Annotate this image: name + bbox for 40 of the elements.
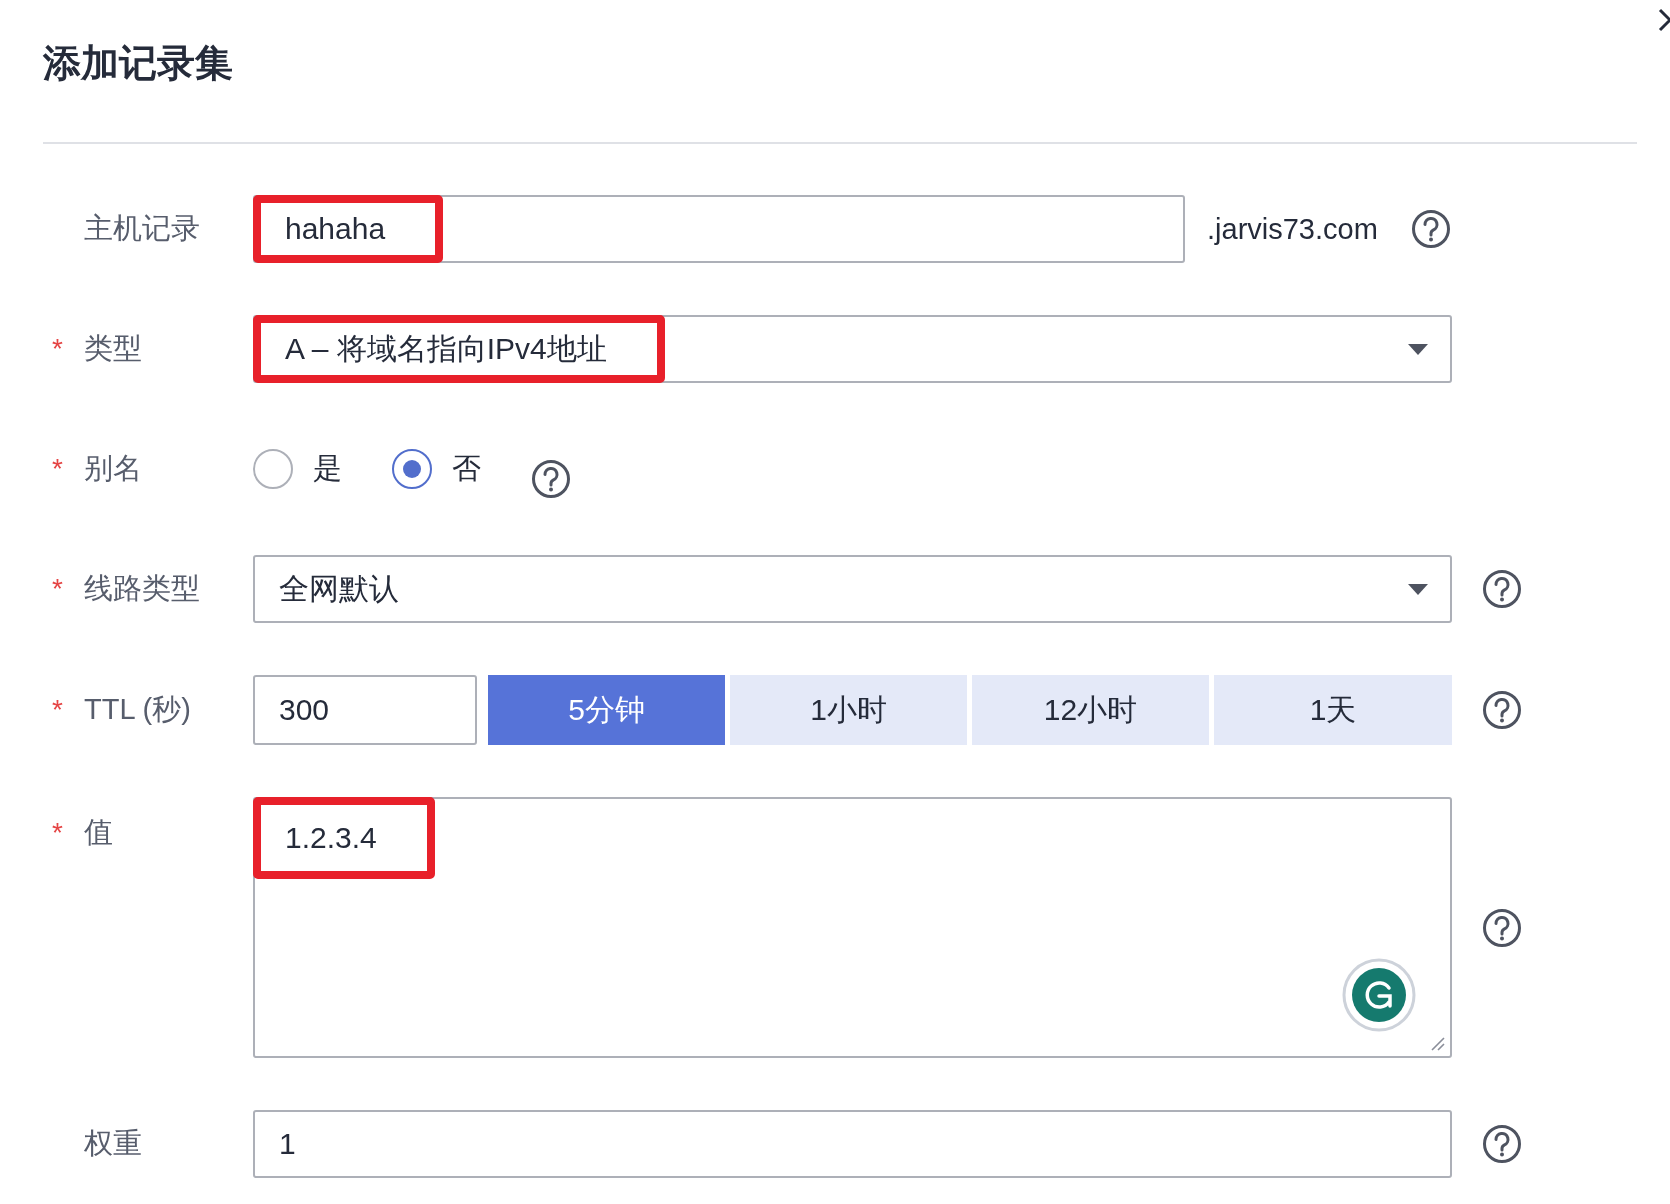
field-label: 权重 [84, 1126, 142, 1161]
highlight-box: A – 将域名指向IPv4地址 [253, 315, 665, 383]
field-label: 别名 [84, 451, 142, 486]
field-label: 主机记录 [84, 211, 200, 246]
radio-label: 否 [452, 451, 481, 486]
dropdown[interactable]: 全网默认 [253, 555, 1452, 623]
field-label: 类型 [84, 331, 142, 366]
preset-button[interactable]: 12小时 [972, 675, 1209, 745]
help-icon[interactable] [1482, 907, 1522, 948]
help-icon[interactable] [1411, 209, 1451, 249]
highlight-box: hahaha [253, 195, 444, 263]
text-area[interactable]: 1.2.3.4 [253, 797, 1452, 1058]
required-mark: * [52, 817, 64, 849]
required-mark: * [52, 453, 64, 485]
help-icon[interactable] [1482, 569, 1522, 609]
preset-button[interactable]: 1小时 [730, 675, 967, 745]
help-icon[interactable] [531, 459, 571, 499]
radio-button[interactable] [392, 449, 432, 489]
dropdown[interactable]: A – 将域名指向IPv4地址 [253, 315, 1452, 383]
required-mark: * [52, 333, 64, 365]
preset-button[interactable]: 5分钟 [488, 675, 725, 745]
preset-button[interactable]: 1天 [1214, 675, 1452, 745]
ttl-input[interactable]: 300 [253, 675, 477, 745]
domain-suffix: .jarvis73.com [1207, 212, 1379, 246]
required-mark: * [52, 694, 64, 726]
highlight-box: 1.2.3.4 [253, 797, 435, 879]
dialog-title: 添加记录集 [43, 41, 234, 86]
field-label: 线路类型 [84, 571, 200, 606]
text-input[interactable]: 1 [253, 1110, 1452, 1178]
caret-icon [1408, 583, 1428, 595]
resize-grip-icon[interactable] [1430, 1036, 1446, 1052]
help-icon[interactable] [1482, 1124, 1522, 1164]
radio-button[interactable] [253, 449, 293, 489]
radio-label: 是 [313, 451, 342, 486]
field-label: TTL (秒) [84, 692, 191, 727]
required-mark: * [52, 573, 64, 605]
caret-icon [1408, 343, 1428, 355]
text-input[interactable]: hahaha [253, 195, 1185, 263]
field-label: 值 [84, 815, 113, 850]
help-icon[interactable] [1482, 690, 1522, 730]
